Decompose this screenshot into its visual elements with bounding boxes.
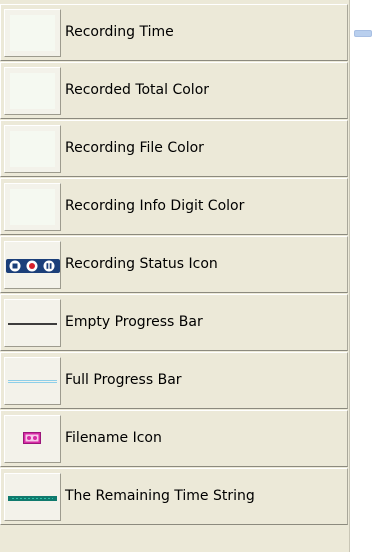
skin-element-window: Recording Time Recorded Total Color Reco… [0,0,374,552]
list-item-recording-info-digit-color[interactable]: Recording Info Digit Color [0,178,348,235]
preview-button[interactable] [4,67,61,115]
full-progress-bar-icon [8,380,57,383]
list-item-recording-status-icon[interactable]: Recording Status Icon [0,236,348,293]
preview-button[interactable] [4,241,61,289]
preview-button[interactable] [4,125,61,173]
remaining-time-string-icon [8,496,57,501]
color-swatch [10,189,55,225]
item-label: Recording Time [65,24,174,40]
color-swatch [10,73,55,109]
empty-progress-bar-icon [8,323,57,325]
item-label: Full Progress Bar [65,372,182,388]
preview-button[interactable] [4,299,61,347]
preview-button[interactable] [4,9,61,57]
item-label: Empty Progress Bar [65,314,203,330]
item-label: Recorded Total Color [65,82,210,98]
item-label: Filename Icon [65,430,162,446]
item-label: Recording Status Icon [65,256,218,272]
color-swatch [10,15,55,51]
list-item-recording-time[interactable]: Recording Time [0,4,348,61]
preview-button[interactable] [4,357,61,405]
preview-button[interactable] [4,183,61,231]
list-item-recorded-total-color[interactable]: Recorded Total Color [0,62,348,119]
list-item-recording-file-color[interactable]: Recording File Color [0,120,348,177]
item-label: Recording File Color [65,140,204,156]
list-item-filename-icon[interactable]: Filename Icon [0,410,348,467]
skin-element-list: Recording Time Recorded Total Color Reco… [0,0,350,552]
item-label: Recording Info Digit Color [65,198,245,214]
item-label: The Remaining Time String [65,488,255,504]
preview-button[interactable] [4,415,61,463]
preview-button[interactable] [4,473,61,521]
scrollbar-thumb[interactable] [354,30,372,37]
color-swatch [10,131,55,167]
list-item-empty-progress-bar[interactable]: Empty Progress Bar [0,294,348,351]
filename-icon [23,432,41,444]
recording-status-icon [6,259,60,273]
list-item-full-progress-bar[interactable]: Full Progress Bar [0,352,348,409]
list-item-remaining-time-string[interactable]: The Remaining Time String [0,468,348,525]
